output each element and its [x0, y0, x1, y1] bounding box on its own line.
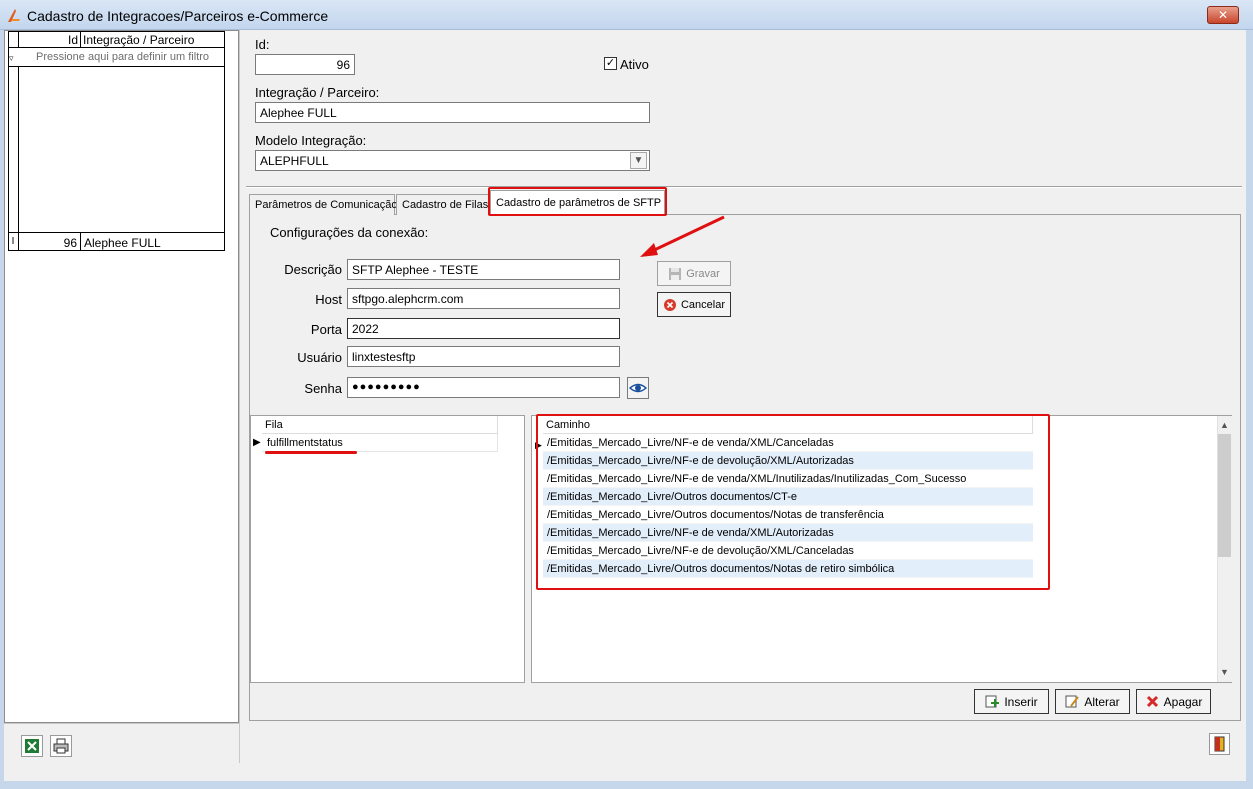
window-frame-bottom — [0, 781, 1253, 789]
show-password-button[interactable] — [627, 377, 649, 399]
app-logo-icon — [8, 9, 20, 22]
row-pointer-icon: ▶ — [253, 437, 261, 448]
eye-icon — [628, 383, 648, 393]
close-button[interactable]: ✕ — [1207, 6, 1239, 24]
column-header-fila[interactable]: Fila — [262, 416, 498, 434]
tab-cadastro-filas[interactable]: Cadastro de Filas — [396, 194, 489, 215]
export-excel-button[interactable] — [21, 735, 43, 757]
id-label: Id: — [255, 37, 270, 52]
cancelar-label: Cancelar — [680, 298, 726, 311]
list-item[interactable]: fulfillmentstatus — [262, 434, 498, 452]
annotation-arrow-icon — [640, 215, 725, 257]
edit-icon — [1065, 695, 1080, 708]
highlight-box-caminho — [536, 414, 1050, 590]
grid-indicator-column — [8, 66, 19, 233]
porta-label: Porta — [310, 322, 342, 337]
ativo-checkbox[interactable]: ✓ — [604, 57, 617, 70]
tab-parametros-comunicacao[interactable]: Parâmetros de Comunicação — [249, 194, 397, 215]
cancelar-button[interactable]: Cancelar — [657, 292, 731, 317]
column-header-name[interactable]: Integração / Parceiro — [83, 33, 194, 47]
delete-icon — [1146, 695, 1158, 708]
window-title: Cadastro de Integracoes/Parceiros e-Comm… — [27, 8, 329, 24]
host-field[interactable]: sftpgo.alephcrm.com — [347, 288, 620, 309]
descricao-field[interactable]: SFTP Alephee - TESTE — [347, 259, 620, 280]
porta-field[interactable]: 2022 — [347, 318, 620, 339]
section-title: Configurações da conexão: — [270, 225, 429, 240]
scroll-down-icon[interactable]: ▼ — [1217, 665, 1232, 680]
column-header-id[interactable]: Id — [19, 31, 81, 48]
row-name-cell: Alephee FULL — [84, 236, 161, 250]
host-label: Host — [315, 292, 342, 307]
ativo-label: Ativo — [620, 57, 649, 72]
integracao-label: Integração / Parceiro: — [255, 85, 380, 100]
apagar-label: Apagar — [1163, 694, 1203, 709]
filter-icon: ▿ — [9, 53, 14, 63]
modelo-select[interactable]: ALEPHFULL — [255, 150, 650, 171]
scroll-up-icon[interactable]: ▲ — [1217, 418, 1232, 433]
exit-button[interactable] — [1209, 733, 1230, 755]
print-button[interactable] — [50, 735, 72, 757]
usuario-label: Usuário — [297, 350, 342, 365]
grid-indicator-header — [8, 31, 19, 48]
excel-icon — [25, 739, 39, 753]
senha-label: Senha — [304, 381, 342, 396]
panel-splitter[interactable] — [239, 30, 243, 763]
gravar-button[interactable]: Gravar — [657, 261, 731, 286]
inserir-label: Inserir — [1004, 694, 1038, 709]
modelo-label: Modelo Integração: — [255, 133, 367, 148]
chevron-down-icon[interactable]: ▼ — [630, 152, 647, 169]
filter-hint[interactable]: Pressione aqui para definir um filtro — [36, 51, 209, 63]
highlight-box-tab — [488, 187, 667, 216]
add-icon — [985, 695, 1000, 708]
descricao-label: Descrição — [284, 262, 342, 277]
senha-field[interactable]: ●●●●●●●●● — [347, 377, 620, 398]
row-id-cell: 96 — [19, 233, 81, 251]
exit-door-icon — [1214, 736, 1225, 752]
gravar-label: Gravar — [686, 267, 720, 280]
integracao-field[interactable]: Alephee FULL — [255, 102, 650, 123]
inserir-button[interactable]: Inserir — [974, 689, 1049, 714]
records-grid-body[interactable] — [8, 66, 225, 233]
fila-grid[interactable] — [250, 415, 525, 683]
apagar-button[interactable]: Apagar — [1136, 689, 1211, 714]
id-field[interactable]: 96 — [255, 54, 355, 75]
scrollbar-thumb[interactable] — [1218, 434, 1231, 557]
usuario-field[interactable]: linxtestesftp — [347, 346, 620, 367]
cancel-icon — [663, 298, 676, 311]
printer-icon — [53, 738, 69, 754]
separator — [246, 186, 1242, 188]
highlight-underline — [265, 451, 357, 454]
alterar-label: Alterar — [1084, 694, 1120, 709]
save-icon — [669, 267, 682, 280]
alterar-button[interactable]: Alterar — [1055, 689, 1130, 714]
row-cursor-icon: I — [8, 233, 19, 251]
window-frame-right — [1246, 30, 1253, 789]
